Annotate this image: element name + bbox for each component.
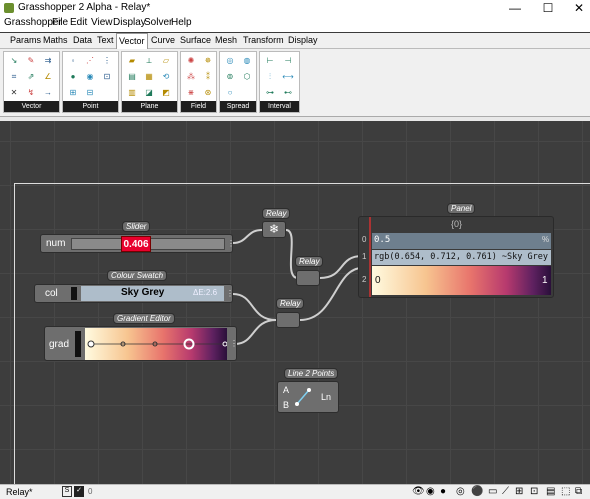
fullscreen-icon[interactable]: ⬚ [561, 486, 570, 497]
check-icon[interactable]: ✓ [74, 486, 84, 497]
settings-icon[interactable]: ⧉ [575, 486, 582, 497]
gradient-input-port[interactable] [75, 331, 81, 357]
swatch-label: Colour Swatch [107, 270, 168, 281]
colour-swatch[interactable]: col Sky Grey ΔE:2.6 ⋮ [34, 284, 234, 303]
panel-row-text: 0.5 [374, 235, 391, 245]
panel-label: Panel [447, 203, 476, 214]
wire-grad-relay3 [234, 319, 277, 345]
swatch-input-port[interactable] [71, 287, 77, 300]
relay-node[interactable]: ❄ [262, 221, 286, 238]
panel-row-text: rgb(0.654, 0.712, 0.761) ~Sky Grey [374, 252, 548, 262]
number-slider[interactable]: num 0.406 ⋮ [40, 234, 235, 253]
slider-output-icon: ⋮ [227, 239, 235, 248]
line2pts-label: Line 2 Points [284, 368, 339, 379]
eye-icon[interactable]: 👁 [412, 486, 425, 497]
wire-swatch-relay3 [232, 293, 277, 321]
wire-slider-relay1 [232, 229, 263, 244]
slider-name: num [46, 238, 66, 249]
swatch-name: col [45, 288, 58, 299]
status-bar: Relay* S ✓ 0 👁 ◉ ● ◎ ⚫ ▭ ⟋ ⊞ ⊡ ▤ ⬚ ⧉ [0, 484, 590, 499]
snowflake-icon: ❄ [268, 222, 280, 236]
slider-grip[interactable]: 0.406 [121, 236, 151, 252]
wire-icon[interactable]: ⚫ [471, 486, 483, 497]
preview-icon[interactable]: ◎ [456, 486, 465, 497]
align-icon[interactable]: ⊡ [530, 486, 538, 497]
panel-row: 0.5 % [372, 233, 551, 249]
relay-label: Relay [276, 298, 305, 309]
panel-gradient-row: 0 1 [372, 266, 551, 295]
gradient-output-icon: ⋮ [230, 339, 238, 348]
solver-icon[interactable]: S [62, 486, 72, 497]
swatch-delta: ΔE:2.6 [193, 288, 218, 297]
status-count: 0 [88, 487, 93, 496]
swatch-color-name: Sky Grey [121, 287, 165, 298]
layout-icon[interactable]: ▤ [546, 486, 555, 497]
sketch-icon[interactable]: ⟋ [502, 486, 509, 497]
output-ln[interactable]: Ln [321, 392, 331, 402]
zoom-icon[interactable]: ▭ [488, 486, 497, 497]
relay-node[interactable] [296, 270, 320, 286]
shaded-icon[interactable]: ● [440, 486, 446, 497]
line-2-points-node[interactable]: A B Ln [277, 381, 339, 413]
panel-path: {0} [451, 219, 463, 229]
slider-label: Slider [122, 221, 151, 232]
panel-row: rgb(0.654, 0.712, 0.761) ~Sky Grey [372, 250, 551, 265]
wire-relay2-panel [319, 255, 363, 279]
relay-label: Relay [262, 208, 291, 219]
gradient-stops [87, 338, 227, 350]
input-b[interactable]: B [283, 400, 289, 410]
panel-index: 0 [362, 235, 367, 244]
panel-index: 2 [362, 275, 367, 284]
status-document: Relay* [6, 487, 33, 497]
input-a[interactable]: A [283, 385, 289, 395]
line-icon [295, 388, 311, 406]
gradient-name: grad [49, 339, 70, 350]
swatch-color-box[interactable]: Sky Grey ΔE:2.6 [81, 286, 224, 301]
panel-index: 1 [362, 252, 367, 261]
grid-icon[interactable]: ⊞ [515, 486, 523, 497]
gradient-stop[interactable] [87, 340, 95, 348]
swatch-output-icon: ⋮ [226, 289, 234, 298]
panel-percent: % [542, 235, 550, 244]
relay-label: Relay [295, 256, 324, 267]
gradient-editor[interactable]: grad ⋮ [44, 326, 238, 361]
panel-gradient-max: 1 [542, 275, 548, 286]
display-mode-icon[interactable]: ◉ [426, 486, 435, 497]
panel-edge-marker [369, 217, 371, 297]
panel[interactable]: {0} 0.5 % rgb(0.654, 0.712, 0.761) ~Sky … [358, 216, 554, 298]
panel-gradient-min: 0 [375, 275, 381, 286]
relay-node[interactable] [276, 312, 300, 328]
gradient-label: Gradient Editor [113, 313, 175, 324]
